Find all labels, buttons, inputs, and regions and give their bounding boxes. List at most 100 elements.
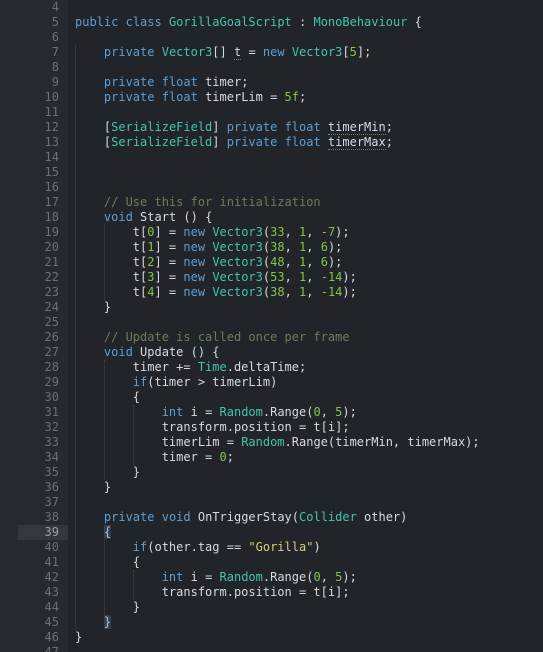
code-token-pln: ] =	[154, 270, 184, 284]
code-token-kw: public	[75, 15, 119, 29]
code-line[interactable]: [SerializeField] private float timerMax;	[68, 135, 543, 150]
line-number: 37	[44, 495, 59, 509]
line-number: 4	[51, 0, 59, 14]
line-number: 7	[51, 45, 59, 59]
code-line[interactable]: private float timerLim = 5f;	[68, 90, 543, 105]
code-line[interactable]	[68, 315, 543, 330]
code-line[interactable]: // Update is called once per frame	[68, 330, 543, 345]
code-line[interactable]	[68, 645, 543, 652]
code-line[interactable]: // Use this for initialization	[68, 195, 543, 210]
code-line[interactable]	[68, 60, 543, 75]
code-token-kw: int	[161, 405, 184, 419]
code-line[interactable]	[68, 30, 543, 45]
code-line[interactable]: transform.position = t[i];	[68, 585, 543, 600]
code-token-typ: Vector3	[291, 45, 343, 59]
code-line[interactable]: timerLim = Random.Range(timerMin, timerM…	[68, 435, 543, 450]
code-line[interactable]: void Update () {	[68, 345, 543, 360]
code-token-pln: ,	[284, 270, 300, 284]
code-line[interactable]	[68, 0, 543, 15]
code-line[interactable]: timer += Time.deltaTime;	[68, 360, 543, 375]
code-token-pln: timer;	[197, 75, 249, 89]
line-number: 23	[44, 285, 59, 299]
code-line[interactable]: if(timer > timerLim)	[68, 375, 543, 390]
code-token-pln: t[	[132, 255, 148, 269]
code-line[interactable]: t[3] = new Vector3(53, 1, -14);	[68, 270, 543, 285]
code-line[interactable]	[68, 180, 543, 195]
line-number-gutter[interactable]: 4 5 6 7 8 9 10 11 12 13 14 15 16 17 18 19 20 21 22 23 24 25 26…	[18, 0, 68, 652]
code-token-typ: Vector3	[212, 255, 263, 269]
code-token-pln: );	[342, 285, 357, 299]
code-token-pln: ]	[212, 120, 227, 134]
code-line[interactable]: t[1] = new Vector3(38, 1, 6);	[68, 240, 543, 255]
line-number: 14	[44, 150, 59, 164]
code-token-pln	[154, 45, 161, 59]
code-line[interactable]	[68, 165, 543, 180]
code-token-pln	[133, 210, 140, 224]
code-token-pln	[162, 15, 169, 29]
code-token-typ: GorillaGoalScript	[168, 15, 292, 29]
code-token-typ: Vector3	[212, 270, 263, 284]
code-token-pln: i =	[183, 405, 220, 419]
line-number: 12	[44, 120, 59, 134]
code-token-pln: ,	[284, 240, 300, 254]
code-line[interactable]: int i = Random.Range(0, 5);	[68, 405, 543, 420]
code-line[interactable]: if(other.tag == "Gorilla")	[68, 540, 543, 555]
code-token-pln: =	[241, 45, 263, 59]
code-line[interactable]	[68, 105, 543, 120]
code-token-pln: i =	[183, 570, 220, 584]
code-line[interactable]: }	[68, 600, 543, 615]
code-token-num: 5	[349, 45, 357, 59]
code-line[interactable]: public class GorillaGoalScript : MonoBeh…	[68, 15, 543, 30]
line-number: 8	[51, 60, 59, 74]
code-line[interactable]: {	[68, 525, 543, 540]
code-token-pln: {	[132, 555, 141, 569]
editor-left-edge-strip	[0, 0, 18, 652]
code-line[interactable]: void Start () {	[68, 210, 543, 225]
code-token-typ: SerializeField	[111, 120, 213, 134]
line-number: 29	[44, 375, 59, 389]
code-line[interactable]: private float timer;	[68, 75, 543, 90]
code-line[interactable]: t[4] = new Vector3(38, 1, -14);	[68, 285, 543, 300]
line-number: 26	[44, 330, 59, 344]
code-token-pln: {	[132, 390, 141, 404]
code-line[interactable]: }	[68, 480, 543, 495]
code-token-pln: transform.position = t[i];	[161, 420, 350, 434]
code-token-pln	[285, 45, 292, 59]
code-token-pln: );	[342, 570, 357, 584]
code-editor[interactable]: 4 5 6 7 8 9 10 11 12 13 14 15 16 17 18 19 20 21 22 23 24 25 26…	[0, 0, 543, 652]
code-token-kw: new	[183, 270, 206, 284]
code-line[interactable]: t[2] = new Vector3(48, 1, 6);	[68, 255, 543, 270]
code-token-kw: new	[183, 240, 206, 254]
code-line[interactable]: transform.position = t[i];	[68, 420, 543, 435]
code-token-kw: void	[103, 345, 133, 359]
code-line[interactable]: t[0] = new Vector3(33, 1, -7);	[68, 225, 543, 240]
code-token-pln: ] =	[154, 255, 184, 269]
code-line[interactable]: private void OnTriggerStay(Collider othe…	[68, 510, 543, 525]
code-token-pln: ,	[320, 405, 336, 419]
code-line[interactable]: }	[68, 615, 543, 630]
code-line[interactable]: }	[68, 465, 543, 480]
code-line[interactable]: int i = Random.Range(0, 5);	[68, 570, 543, 585]
code-line[interactable]: }	[68, 630, 543, 645]
code-line[interactable]: }	[68, 300, 543, 315]
code-token-num: 0	[313, 405, 321, 419]
code-token-num: 53	[270, 270, 285, 284]
code-line[interactable]: [SerializeField] private float timerMin;	[68, 120, 543, 135]
code-token-typ: SerializeField	[111, 135, 213, 149]
code-token-pln: {	[407, 15, 422, 29]
code-token-pln: ] =	[154, 240, 184, 254]
code-line[interactable]: {	[68, 555, 543, 570]
code-text-area[interactable]: public class GorillaGoalScript : MonoBeh…	[68, 0, 543, 652]
code-line[interactable]	[68, 495, 543, 510]
code-line[interactable]: private Vector3[] t = new Vector3[5];	[68, 45, 543, 60]
code-line[interactable]: timer = 0;	[68, 450, 543, 465]
code-token-pln: t[	[132, 270, 148, 284]
code-token-pln: ;	[385, 120, 393, 134]
code-line[interactable]: {	[68, 390, 543, 405]
code-token-fld: timerMax	[327, 135, 386, 150]
code-token-pln	[154, 510, 161, 524]
code-token-pln: ,	[320, 570, 336, 584]
code-token-pln: ];	[356, 45, 372, 59]
code-line[interactable]	[68, 150, 543, 165]
code-token-pln: timerLim =	[161, 435, 242, 449]
